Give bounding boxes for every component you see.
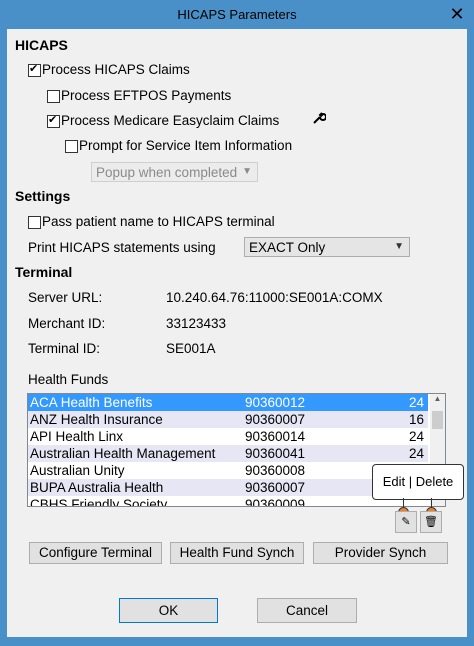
chevron-down-icon: ▼	[394, 241, 404, 252]
merchant-id-value: 33123433	[166, 316, 227, 331]
print-statements-value: EXACT Only	[249, 240, 326, 255]
fund-number: 16	[409, 412, 425, 427]
window-title: HICAPS Parameters	[177, 7, 297, 22]
fund-number: 24	[409, 395, 425, 410]
configure-terminal-button[interactable]: Configure Terminal	[29, 542, 162, 564]
process-hicaps-claims-label[interactable]: Process HICAPS Claims	[42, 62, 190, 77]
edit-icon: ✎	[401, 516, 411, 528]
fund-name: Australian Health Management	[30, 446, 216, 461]
terminal-heading: Terminal	[15, 264, 73, 280]
process-eftpos-label[interactable]: Process EFTPOS Payments	[61, 88, 231, 103]
list-item[interactable]: Australian Unity 90360008	[28, 462, 428, 479]
fund-number: 24	[409, 429, 425, 444]
fund-name: API Health Linx	[30, 429, 124, 444]
terminal-id-value: SE001A	[166, 341, 216, 356]
hicaps-parameters-window: HICAPS Parameters ✕ HICAPS Process HICAP…	[0, 0, 474, 646]
fund-code: 90360041	[245, 446, 306, 461]
pass-patient-name-checkbox[interactable]	[28, 216, 41, 229]
terminal-id-label: Terminal ID:	[28, 341, 101, 356]
list-item[interactable]: BUPA Australia Health 90360007	[28, 479, 428, 496]
wrench-icon[interactable]	[312, 111, 327, 125]
fund-name: ACA Health Benefits	[30, 395, 153, 410]
list-item[interactable]: Australian Health Management 90360041 24	[28, 445, 428, 462]
hicaps-heading: HICAPS	[15, 37, 68, 53]
popup-when-completed-select: Popup when completed ▼	[91, 162, 258, 182]
cancel-button[interactable]: Cancel	[257, 598, 357, 623]
fund-code: 90360009	[245, 497, 306, 507]
list-item[interactable]: API Health Linx 90360014 24	[28, 428, 428, 445]
edit-button[interactable]: ✎	[395, 511, 417, 533]
fund-name: ANZ Health Insurance	[30, 412, 163, 427]
chevron-down-icon: ▼	[242, 166, 252, 177]
fund-code: 90360014	[245, 429, 306, 444]
list-item[interactable]: ACA Health Benefits 90360012 24	[28, 394, 428, 411]
window-title-bar[interactable]: HICAPS Parameters	[1, 1, 473, 29]
pass-patient-name-label[interactable]: Pass patient name to HICAPS terminal	[42, 214, 275, 229]
health-funds-label: Health Funds	[28, 372, 109, 387]
close-icon[interactable]: ✕	[447, 4, 467, 24]
settings-heading: Settings	[15, 188, 71, 204]
dialog-body: HICAPS Process HICAPS Claims Process EFT…	[7, 29, 467, 637]
process-hicaps-claims-checkbox[interactable]	[28, 62, 41, 77]
process-medicare-label[interactable]: Process Medicare Easyclaim Claims	[61, 113, 279, 128]
list-item[interactable]: ANZ Health Insurance 90360007 16	[28, 411, 428, 428]
scrollbar-thumb[interactable]	[432, 411, 443, 429]
fund-code: 90360007	[245, 480, 306, 495]
fund-code: 90360012	[245, 395, 306, 410]
list-item[interactable]: CBHS Friendly Society 90360009	[28, 496, 428, 507]
fund-number: 24	[409, 446, 425, 461]
process-medicare-checkbox[interactable]	[47, 113, 60, 128]
edit-delete-callout: Edit | Delete	[372, 464, 464, 500]
prompt-service-checkbox[interactable]	[65, 140, 78, 153]
fund-name: Australian Unity	[30, 463, 125, 478]
fund-name: BUPA Australia Health	[30, 480, 164, 495]
scroll-up-icon[interactable]: ▲	[430, 394, 445, 408]
ok-button[interactable]: OK	[119, 598, 218, 623]
server-url-label: Server URL:	[28, 290, 103, 305]
merchant-id-label: Merchant ID:	[28, 316, 106, 331]
delete-button[interactable]: 🗑	[420, 511, 442, 533]
print-statements-label: Print HICAPS statements using	[28, 240, 216, 255]
health-fund-synch-button[interactable]: Health Fund Synch	[170, 542, 304, 564]
fund-code: 90360007	[245, 412, 306, 427]
server-url-value: 10.240.64.76:11000:SE001A:COMX	[166, 290, 383, 305]
fund-code: 90360008	[245, 463, 306, 478]
process-eftpos-checkbox[interactable]	[47, 90, 60, 103]
provider-synch-button[interactable]: Provider Synch	[313, 542, 448, 564]
prompt-service-label[interactable]: Prompt for Service Item Information	[79, 138, 292, 153]
fund-name: CBHS Friendly Society	[30, 497, 168, 507]
print-statements-select[interactable]: EXACT Only ▼	[244, 237, 410, 257]
trash-icon: 🗑	[424, 516, 438, 528]
popup-select-value: Popup when completed	[96, 165, 238, 180]
